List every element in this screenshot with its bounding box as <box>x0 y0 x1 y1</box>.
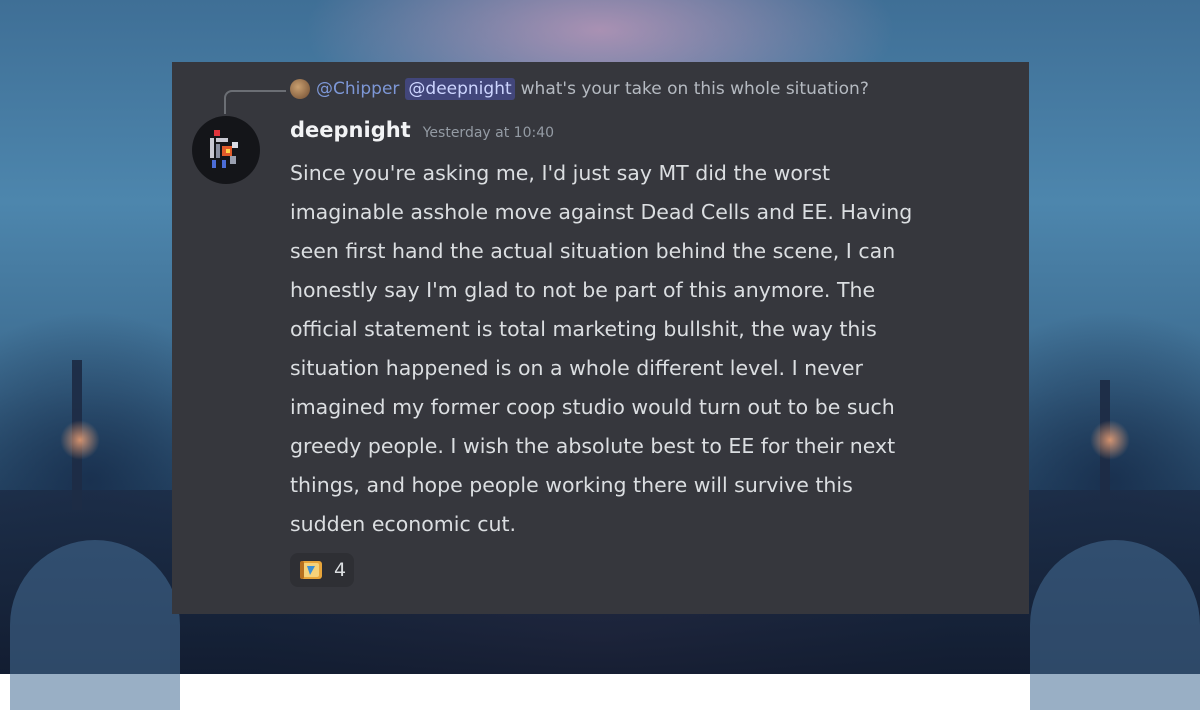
message-line: greedy people. I wish the absolute best … <box>290 434 896 458</box>
reply-connector <box>224 90 286 114</box>
background-lantern <box>60 420 100 460</box>
message-line: Since you're asking me, I'd just say MT … <box>290 161 831 185</box>
reply-text: what's your take on this whole situation… <box>520 79 869 99</box>
message-header: deepnight Yesterday at 10:40 <box>290 118 554 142</box>
background-lantern <box>1090 420 1130 460</box>
pixel-knight-icon <box>210 130 238 168</box>
message-line: honestly say I'm glad to not be part of … <box>290 278 876 302</box>
avatar[interactable] <box>192 116 260 184</box>
message-line: seen first hand the actual situation beh… <box>290 239 896 263</box>
reply-avatar[interactable] <box>290 79 310 99</box>
message-body: Since you're asking me, I'd just say MT … <box>290 154 1010 544</box>
message-line: sudden economic cut. <box>290 512 517 536</box>
background-arch <box>1030 540 1200 710</box>
reply-preview[interactable]: @Chipper @deepnight what's your take on … <box>290 76 869 102</box>
scroll-emoji-icon <box>300 561 322 579</box>
reaction-count: 4 <box>334 559 347 581</box>
user-mention[interactable]: @deepnight <box>405 78 515 100</box>
discord-message-panel: @Chipper @deepnight what's your take on … <box>172 62 1029 614</box>
reaction-button[interactable]: 4 <box>290 553 355 587</box>
message-line: situation happened is on a whole differe… <box>290 356 863 380</box>
background-arch <box>10 540 180 710</box>
message-line: things, and hope people working there wi… <box>290 473 853 497</box>
reply-author-mention[interactable]: @Chipper <box>316 79 399 99</box>
message-line: official statement is total marketing bu… <box>290 317 877 341</box>
username[interactable]: deepnight <box>290 118 411 142</box>
message-line: imagined my former coop studio would tur… <box>290 395 895 419</box>
timestamp[interactable]: Yesterday at 10:40 <box>423 125 554 141</box>
message-line: imaginable asshole move against Dead Cel… <box>290 200 913 224</box>
